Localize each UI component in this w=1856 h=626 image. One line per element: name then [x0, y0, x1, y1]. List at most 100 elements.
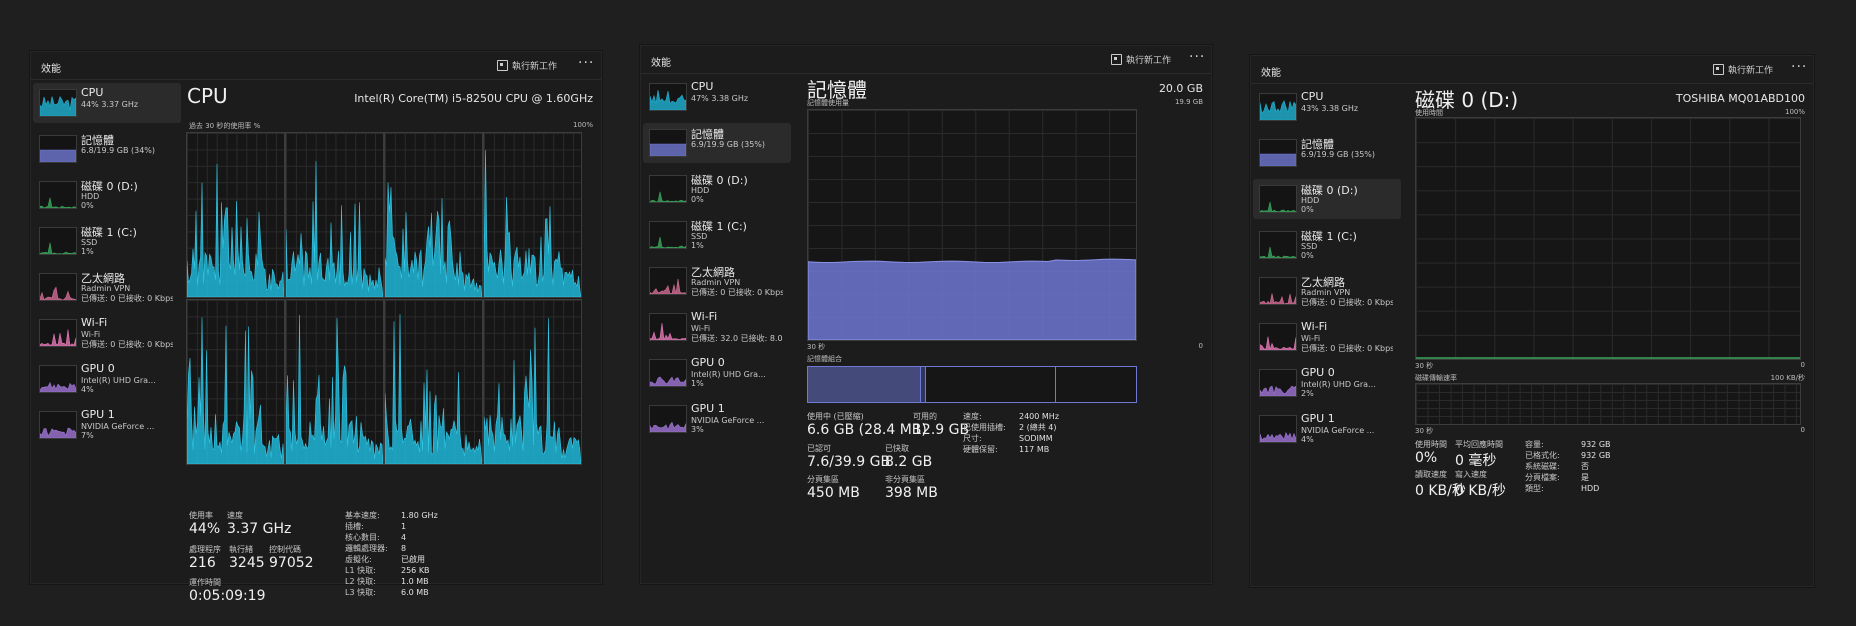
sidebar-item-cpu[interactable]: CPU 44% 3.37 GHz: [33, 83, 181, 123]
sidebar-item-gpu-1[interactable]: GPU 1 NVIDIA GeForce ... 3%: [643, 399, 791, 439]
stat-1: 速度 3.37 GHz: [227, 510, 291, 537]
thumbnail-series: [1260, 385, 1296, 396]
header-title: 效能: [651, 58, 671, 69]
detail-row: 速度: 2400 MHz: [963, 411, 1059, 422]
graph-label: 過去 30 秒的使用率 %: [189, 122, 261, 130]
sidebar-item-value: 0%: [81, 201, 94, 210]
sidebar-item-value: 2%: [1301, 389, 1314, 398]
sidebar-item-gpu-1[interactable]: GPU 1 NVIDIA GeForce ... 7%: [33, 405, 181, 445]
sidebar-item-disk-0[interactable]: 磁碟 0 (D:) HDD 0%: [1253, 179, 1401, 219]
sidebar-item-wifi[interactable]: Wi-Fi Wi-Fi 已傳送: 32.0 已接收: 8.0: [643, 307, 791, 347]
sidebar-item-gpu-0[interactable]: GPU 0 Intel(R) UHD Gra... 1%: [643, 353, 791, 393]
thumbnail-graph: [649, 175, 687, 203]
detail-label: 速度:: [963, 412, 982, 421]
sidebar-item-detail: Intel(R) UHD Gra...: [691, 370, 766, 379]
memory-total: 20.0 GB: [1158, 82, 1203, 95]
active-time-max: 100%: [1784, 108, 1805, 116]
sidebar-item-disk-0[interactable]: 磁碟 0 (D:) HDD 0%: [643, 169, 791, 209]
more-options-button[interactable]: ···: [1791, 59, 1807, 75]
sidebar-item-memory[interactable]: 記憶體 6.9/19.9 GB (35%): [643, 123, 791, 163]
run-new-task-button[interactable]: 執行新工作: [1713, 63, 1773, 76]
stat-5: 運作時間 0:05:09:19: [189, 577, 266, 604]
logical-processor-graph: [483, 299, 582, 465]
cpu-model: Intel(R) Core(TM) i5-8250U CPU @ 1.60GHz: [354, 92, 593, 105]
sidebar-item-value: 已傳送: 0 已接收: 0 Kbps: [691, 288, 783, 297]
stat-label: 處理程序: [189, 545, 221, 554]
x-axis-right: 0: [1800, 361, 1805, 369]
detail-value: 256 KB: [401, 566, 430, 575]
logical-processor-graph: [384, 299, 483, 465]
stat-label: 可用的: [913, 412, 937, 421]
sidebar-item-disk-1[interactable]: 磁碟 1 (C:) SSD 0%: [1253, 225, 1401, 265]
run-new-task-button[interactable]: 執行新工作: [497, 59, 557, 72]
sidebar-item-gpu-1[interactable]: GPU 1 NVIDIA GeForce ... 4%: [1253, 409, 1401, 449]
detail-value: HDD: [1581, 484, 1600, 493]
sidebar-item-detail: SSD: [1301, 242, 1318, 251]
sidebar-item-cpu[interactable]: CPU 43% 3.38 GHz: [1253, 87, 1401, 127]
cpu-usage-area: [385, 182, 482, 297]
sidebar-item-name: GPU 0: [81, 362, 115, 375]
detail-label: 核心數目:: [345, 533, 380, 542]
stat-label: 使用時間: [1415, 440, 1447, 449]
sidebar-item-disk-0[interactable]: 磁碟 0 (D:) HDD 0%: [33, 175, 181, 215]
sidebar-item-value: 已傳送: 0 已接收: 0 Kbps: [1301, 344, 1393, 353]
detail-label: 邏輯處理器:: [345, 544, 388, 553]
window-header: 效能 執行新工作 ···: [31, 52, 601, 80]
logical-processor-graph: [384, 132, 483, 298]
sidebar-item-cpu[interactable]: CPU 47% 3.38 GHz: [643, 77, 791, 117]
detail-label: L3 快取:: [345, 588, 376, 597]
more-options-button[interactable]: ···: [578, 55, 594, 71]
sidebar-item-value: 4%: [1301, 435, 1314, 444]
sidebar-item-gpu-0[interactable]: GPU 0 Intel(R) UHD Gra... 4%: [33, 359, 181, 399]
sidebar-item-wifi[interactable]: Wi-Fi Wi-Fi 已傳送: 0 已接收: 0 Kbps: [1253, 317, 1401, 357]
sidebar-item-name: GPU 0: [691, 356, 725, 369]
thumbnail-series: [1260, 431, 1296, 442]
window-header: 效能 執行新工作 ···: [1251, 56, 1813, 84]
sidebar-item-value: 3%: [691, 425, 704, 434]
x-axis-left: 30 秒: [807, 343, 826, 351]
sidebar: CPU 43% 3.38 GHz 記憶體 6.9/19.9 GB (35%) 磁碟 0 …: [1251, 84, 1401, 586]
sidebar-item-name: GPU 1: [1301, 412, 1335, 425]
run-task-icon: [1713, 64, 1724, 75]
disk-panel: 磁碟 0 (D:) TOSHIBA MQ01ABD100 使用時間 100% 3…: [1401, 84, 1813, 586]
thumbnail-graph: [1259, 185, 1297, 213]
sidebar-item-value: 0%: [1301, 205, 1314, 214]
detail-value: 1.80 GHz: [401, 511, 438, 520]
detail-row: 核心數目: 4: [345, 532, 438, 543]
sidebar-item-detail: 43% 3.38 GHz: [1301, 104, 1359, 113]
logical-processor-graph: [186, 299, 285, 465]
sidebar-item-ethernet[interactable]: 乙太網路 Radmin VPN 已傳送: 0 已接收: 0 Kbps: [1253, 271, 1401, 311]
more-options-button[interactable]: ···: [1189, 49, 1205, 65]
logical-processor-graph: [483, 132, 582, 298]
sidebar-item-gpu-0[interactable]: GPU 0 Intel(R) UHD Gra... 2%: [1253, 363, 1401, 403]
sidebar-item-wifi[interactable]: Wi-Fi Wi-Fi 已傳送: 0 已接收: 0 Kbps: [33, 313, 181, 353]
run-new-task-button[interactable]: 執行新工作: [1111, 53, 1171, 66]
logical-processor-graph: [186, 132, 285, 298]
sidebar-item-disk-1[interactable]: 磁碟 1 (C:) SSD 1%: [643, 215, 791, 255]
detail-label: 系統磁碟:: [1525, 462, 1560, 471]
memory-in-use-segment: [808, 367, 921, 402]
sidebar-item-value: 1%: [691, 379, 704, 388]
sidebar-item-ethernet[interactable]: 乙太網路 Radmin VPN 已傳送: 0 已接收: 0 Kbps: [33, 267, 181, 307]
stat-value: 3245: [229, 555, 265, 571]
stat-value: 97052: [269, 555, 314, 571]
detail-row: L2 快取: 1.0 MB: [345, 576, 438, 587]
stat-label: 運作時間: [189, 578, 221, 587]
thumbnail-series: [650, 191, 686, 202]
detail-row: 尺寸: SODIMM: [963, 433, 1059, 444]
thumbnail-series: [40, 242, 76, 254]
sidebar-item-memory[interactable]: 記憶體 6.9/19.9 GB (35%): [1253, 133, 1401, 173]
sidebar-item-memory[interactable]: 記憶體 6.8/19.9 GB (34%): [33, 129, 181, 169]
detail-value: 117 MB: [1019, 445, 1050, 454]
thumbnail-graph: [649, 359, 687, 387]
sidebar-item-disk-1[interactable]: 磁碟 1 (C:) SSD 1%: [33, 221, 181, 261]
stat-0: 使用中 (已壓縮) 6.6 GB (28.4 MB): [807, 411, 927, 438]
sidebar-item-detail: HDD: [1301, 196, 1320, 205]
stat-value: 0 毫秒: [1455, 453, 1497, 469]
detail-label: 尺寸:: [963, 434, 982, 443]
detail-row: 已使用插槽: 2 (總共 4): [963, 422, 1059, 433]
thumbnail-graph: [1259, 93, 1297, 121]
detail-label: 已格式化:: [1525, 451, 1560, 460]
sidebar-item-ethernet[interactable]: 乙太網路 Radmin VPN 已傳送: 0 已接收: 0 Kbps: [643, 261, 791, 301]
memory-panel: 記憶體 20.0 GB 記憶體使用量 19.9 GB 30 秒 0 記憶體組合 …: [791, 74, 1211, 583]
